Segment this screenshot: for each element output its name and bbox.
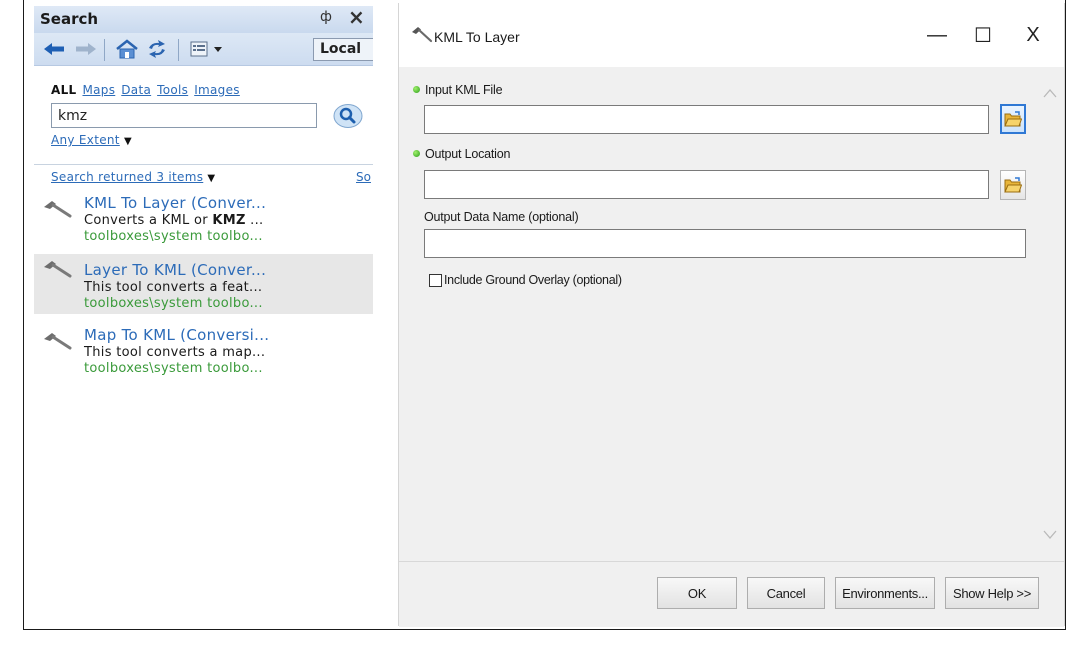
results-summary-label: Search returned 3 items bbox=[51, 170, 204, 184]
result-path: toolboxes\system toolbo... bbox=[84, 361, 263, 376]
forward-arrow-icon[interactable] bbox=[74, 38, 98, 60]
filter-all[interactable]: ALL bbox=[51, 83, 76, 97]
output-location-label: Output Location bbox=[413, 147, 510, 161]
results-summary[interactable]: Search returned 3 items ▼ bbox=[51, 170, 215, 184]
result-description-text: Converts a KML or bbox=[84, 213, 213, 228]
tool-dialog: KML To Layer — ☐ X Input KML File Output… bbox=[398, 3, 1065, 627]
hammer-tool-icon bbox=[44, 201, 72, 218]
divider bbox=[34, 164, 373, 165]
result-title[interactable]: KML To Layer (Conver... bbox=[84, 194, 266, 212]
chevron-down-icon: ▼ bbox=[207, 173, 216, 184]
search-titlebar: Search ф × bbox=[34, 6, 373, 33]
filter-maps[interactable]: Maps bbox=[82, 83, 115, 97]
cancel-button[interactable]: Cancel bbox=[747, 577, 825, 609]
hammer-tool-icon bbox=[44, 333, 72, 350]
required-indicator-icon bbox=[413, 86, 420, 93]
dialog-title: KML To Layer bbox=[434, 29, 520, 45]
folder-open-icon bbox=[1004, 111, 1022, 127]
search-icon[interactable] bbox=[333, 103, 363, 129]
result-description: This tool converts a map... bbox=[84, 345, 266, 360]
folder-open-icon bbox=[1004, 177, 1022, 193]
result-description: Converts a KML or KMZ ... bbox=[84, 213, 263, 228]
output-location-field[interactable] bbox=[424, 170, 989, 199]
search-input[interactable] bbox=[51, 103, 317, 128]
search-toolbar: Local bbox=[34, 33, 373, 66]
result-title[interactable]: Layer To KML (Conver... bbox=[84, 261, 266, 279]
search-pane: Search ф × Local ALL Maps Data Tools Ima… bbox=[34, 6, 373, 426]
dialog-footer: OK Cancel Environments... Show Help >> bbox=[399, 561, 1064, 627]
pin-icon[interactable]: ф bbox=[320, 9, 332, 25]
maximize-button[interactable]: ☐ bbox=[961, 17, 1005, 53]
ground-overlay-option[interactable]: Include Ground Overlay (optional) bbox=[429, 273, 622, 287]
hammer-tool-icon bbox=[44, 261, 72, 278]
output-location-label-text: Output Location bbox=[425, 147, 511, 161]
browse-input-button[interactable] bbox=[1000, 104, 1026, 134]
environments-button[interactable]: Environments... bbox=[835, 577, 935, 609]
minimize-button[interactable]: — bbox=[915, 17, 959, 53]
close-button[interactable]: X bbox=[1011, 17, 1055, 53]
extent-label: Any Extent bbox=[51, 133, 120, 147]
filter-data[interactable]: Data bbox=[121, 83, 151, 97]
dialog-body: Input KML File Output Location Output Da… bbox=[399, 67, 1064, 561]
scroll-down-icon[interactable] bbox=[1042, 527, 1058, 541]
close-icon[interactable]: × bbox=[348, 6, 365, 28]
search-result-item[interactable]: KML To Layer (Conver... Converts a KML o… bbox=[34, 194, 373, 254]
search-filter-row: ALL Maps Data Tools Images bbox=[51, 83, 246, 97]
refresh-icon[interactable] bbox=[144, 38, 170, 60]
result-path: toolboxes\system toolbo... bbox=[84, 229, 263, 244]
hammer-tool-icon bbox=[412, 27, 433, 43]
search-result-item[interactable]: Layer To KML (Conver... This tool conver… bbox=[34, 254, 373, 314]
chevron-down-icon: ▼ bbox=[123, 136, 132, 147]
ground-overlay-label: Include Ground Overlay (optional) bbox=[444, 273, 622, 287]
input-kml-field[interactable] bbox=[424, 105, 989, 134]
browse-output-button[interactable] bbox=[1000, 170, 1026, 200]
input-kml-label: Input KML File bbox=[413, 83, 503, 97]
dialog-titlebar[interactable]: KML To Layer — ☐ X bbox=[399, 3, 1064, 67]
sort-link[interactable]: So bbox=[356, 170, 371, 184]
result-path: toolboxes\system toolbo... bbox=[84, 296, 263, 311]
filter-tools[interactable]: Tools bbox=[157, 83, 188, 97]
required-indicator-icon bbox=[413, 150, 420, 157]
input-kml-label-text: Input KML File bbox=[425, 83, 503, 97]
result-description: This tool converts a feat... bbox=[84, 280, 263, 295]
view-options-icon[interactable] bbox=[188, 38, 232, 60]
show-help-button[interactable]: Show Help >> bbox=[945, 577, 1039, 609]
result-description-text: ... bbox=[245, 213, 264, 228]
search-pane-title: Search bbox=[40, 10, 99, 28]
filter-images[interactable]: Images bbox=[194, 83, 240, 97]
search-scope-dropdown[interactable]: Local bbox=[313, 38, 373, 61]
toolbar-separator bbox=[178, 39, 179, 61]
result-description-match: KMZ bbox=[212, 213, 246, 228]
search-result-item[interactable]: Map To KML (Conversi... This tool conver… bbox=[34, 326, 373, 386]
scroll-up-icon[interactable] bbox=[1042, 87, 1058, 101]
back-arrow-icon[interactable] bbox=[42, 38, 66, 60]
output-name-label: Output Data Name (optional) bbox=[424, 210, 579, 224]
ground-overlay-checkbox[interactable] bbox=[429, 273, 442, 287]
home-icon[interactable] bbox=[114, 38, 140, 60]
toolbar-separator bbox=[104, 39, 105, 61]
extent-dropdown[interactable]: Any Extent ▼ bbox=[51, 133, 132, 147]
output-name-field[interactable] bbox=[424, 229, 1026, 258]
result-title[interactable]: Map To KML (Conversi... bbox=[84, 326, 269, 344]
ok-button[interactable]: OK bbox=[657, 577, 737, 609]
